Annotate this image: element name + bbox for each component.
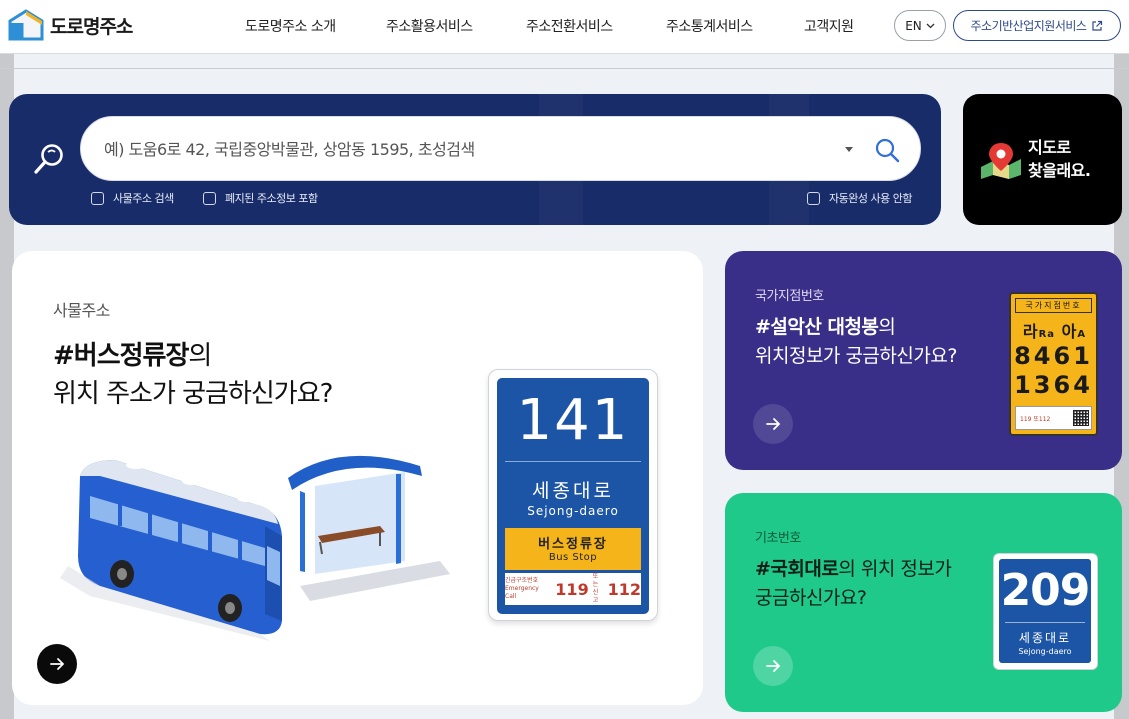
national-point-line2: 1364 xyxy=(1014,371,1093,399)
emergency-or-text: 또는 xyxy=(592,573,599,588)
grid-letter-a: 라 xyxy=(1022,322,1039,341)
industry-support-label: 주소기반산업지원서비스 xyxy=(970,19,1087,33)
card-title-line2: 위치 주소가 궁금하신가요? xyxy=(53,379,333,409)
road-name-en: Sejong-daero xyxy=(1018,647,1072,656)
nav-item-intro[interactable]: 도로명주소 소개 xyxy=(245,16,336,36)
house-logo-icon xyxy=(8,9,44,41)
emergency-or: 또는 신고 xyxy=(593,573,604,605)
base-number-sign-panel: 209 세종대로 Sejong-daero xyxy=(999,559,1091,663)
sign-divider xyxy=(505,461,641,462)
logo-text: 도로명주소 xyxy=(50,15,133,38)
external-link-icon xyxy=(1092,20,1103,31)
card-title-line2: 위치정보가 궁금하신가요? xyxy=(755,345,957,367)
road-name-ko: 세종대로 xyxy=(1018,631,1072,645)
sign-divider xyxy=(1005,622,1085,623)
road-name-ko: 세종대로 xyxy=(532,480,614,502)
nav-item-stats[interactable]: 주소통계서비스 xyxy=(666,16,753,36)
include-closed-checkbox[interactable]: 폐지된 주소정보 포함 xyxy=(203,190,318,206)
map-search-button[interactable]: 지도로 찾을래요. xyxy=(963,94,1122,225)
card-title: #버스정류장의 위치 주소가 궁금하신가요? xyxy=(53,337,333,413)
search-panel: 사물주소 검색 폐지된 주소정보 포함 자동완성 사용 안함 xyxy=(9,94,941,225)
bus-stop-sign-panel: 141 세종대로 Sejong-daero 버스정류장 Bus Stop 긴급구… xyxy=(497,378,649,614)
emergency-call-strip: 긴급구조번호 Emergency Call 119 또는 신고 112 xyxy=(505,573,641,605)
nav-item-convert[interactable]: 주소전환서비스 xyxy=(526,16,613,36)
industry-support-button[interactable]: 주소기반산업지원서비스 xyxy=(953,10,1121,41)
emergency-text-ko: 긴급구조번호 xyxy=(505,577,539,584)
disable-autocomplete-label: 자동완성 사용 안함 xyxy=(829,192,912,205)
base-number-card[interactable]: 기초번호 #국회대로의 위치 정보가 궁금하신가요? 209 세종대로 Sejo… xyxy=(725,493,1122,712)
chevron-down-icon xyxy=(926,23,935,28)
caret-down-icon[interactable] xyxy=(844,144,854,154)
map-search-label: 지도로 찾을래요. xyxy=(1028,136,1091,182)
card-arrow-button[interactable] xyxy=(753,646,793,686)
bus-stop-label: 버스정류장 Bus Stop xyxy=(505,528,641,570)
grid-letter-b: 아 xyxy=(1061,322,1078,341)
arrow-right-icon xyxy=(50,658,65,670)
building-address-checkbox[interactable]: 사물주소 검색 xyxy=(91,190,174,206)
emergency-report-text: 신고 xyxy=(592,589,599,604)
card-arrow-button[interactable] xyxy=(753,404,793,444)
map-label-line1: 지도로 xyxy=(1028,138,1071,157)
site-header: 도로명주소 도로명주소 소개 주소활용서비스 주소전환서비스 주소통계서비스 고… xyxy=(0,0,1129,54)
card-title-suffix: 의 xyxy=(878,316,896,338)
building-address-card[interactable]: 사물주소 #버스정류장의 위치 주소가 궁금하신가요? 141 세종대로 Sej… xyxy=(12,251,703,705)
card-title-line2: 궁금하신가요? xyxy=(755,587,867,609)
grid-letter-a-roman: Ra xyxy=(1038,329,1056,340)
card-tag: 국가지점번호 xyxy=(755,289,824,304)
bus-stop-label-ko: 버스정류장 xyxy=(538,537,608,552)
grid-letter-b-roman: A xyxy=(1077,329,1087,340)
bus-stop-number: 141 xyxy=(516,388,630,453)
bus-illustration xyxy=(60,455,450,641)
checkbox[interactable] xyxy=(807,191,820,205)
disable-autocomplete-checkbox[interactable]: 자동완성 사용 안함 xyxy=(807,190,912,206)
road-name-en: Sejong-daero xyxy=(527,504,619,518)
national-point-sign: 국가지점번호 라Ra 아A 8461 1364 119 또112 xyxy=(1009,292,1098,436)
magnifier-icon xyxy=(34,144,63,174)
address-search-input[interactable] xyxy=(104,133,824,165)
arrow-right-icon xyxy=(766,660,781,672)
card-tag: 사물주소 xyxy=(53,301,110,320)
search-icon[interactable] xyxy=(874,137,900,163)
bus-stop-sign: 141 세종대로 Sejong-daero 버스정류장 Bus Stop 긴급구… xyxy=(488,369,658,621)
nav-item-usage[interactable]: 주소활용서비스 xyxy=(386,16,473,36)
national-point-emergency: 119 또112 xyxy=(1020,415,1051,423)
emergency-119: 119 xyxy=(555,579,589,599)
national-point-digits: 8461 1364 xyxy=(1011,342,1096,400)
header-divider xyxy=(0,68,1129,69)
language-label: EN xyxy=(905,18,922,33)
card-title-highlight: #국회대로 xyxy=(755,558,839,580)
base-number-sign: 209 세종대로 Sejong-daero xyxy=(993,553,1098,670)
map-label-line2: 찾을래요. xyxy=(1028,161,1091,180)
card-title-highlight: #버스정류장 xyxy=(53,341,189,371)
emergency-text: 긴급구조번호 Emergency Call xyxy=(505,577,551,601)
base-number: 209 xyxy=(1000,565,1091,616)
national-point-number-card[interactable]: 국가지점번호 #설악산 대청봉의 위치정보가 궁금하신가요? 국가지점번호 라R… xyxy=(725,251,1122,470)
checkbox[interactable] xyxy=(203,191,216,205)
national-point-grid-code: 라Ra 아A xyxy=(1015,318,1094,342)
map-pin-icon xyxy=(981,143,1021,179)
national-point-footer: 119 또112 xyxy=(1015,406,1092,430)
emergency-text-en: Emergency Call xyxy=(505,585,539,600)
search-box[interactable] xyxy=(80,116,921,181)
card-title-highlight: #설악산 대청봉 xyxy=(755,316,879,338)
language-button[interactable]: EN xyxy=(894,10,946,41)
checkbox[interactable] xyxy=(91,191,104,205)
bus-stop-label-en: Bus Stop xyxy=(548,552,598,563)
arrow-right-icon xyxy=(766,418,781,430)
national-point-line1: 8461 xyxy=(1014,342,1093,370)
national-point-sign-head: 국가지점번호 xyxy=(1015,298,1092,313)
nav-item-support[interactable]: 고객지원 xyxy=(804,16,854,36)
card-title: #설악산 대청봉의 위치정보가 궁금하신가요? xyxy=(755,313,957,371)
card-title-suffix: 의 위치 정보가 xyxy=(838,558,952,580)
card-title: #국회대로의 위치 정보가 궁금하신가요? xyxy=(755,555,952,613)
card-arrow-button[interactable] xyxy=(37,644,77,684)
building-address-label: 사물주소 검색 xyxy=(113,192,174,205)
emergency-112: 112 xyxy=(607,579,641,599)
qr-code-icon xyxy=(1073,410,1089,426)
card-title-suffix: 의 xyxy=(188,341,212,371)
include-closed-label: 폐지된 주소정보 포함 xyxy=(225,192,318,205)
site-logo[interactable]: 도로명주소 xyxy=(8,8,133,42)
card-tag: 기초번호 xyxy=(755,531,801,546)
